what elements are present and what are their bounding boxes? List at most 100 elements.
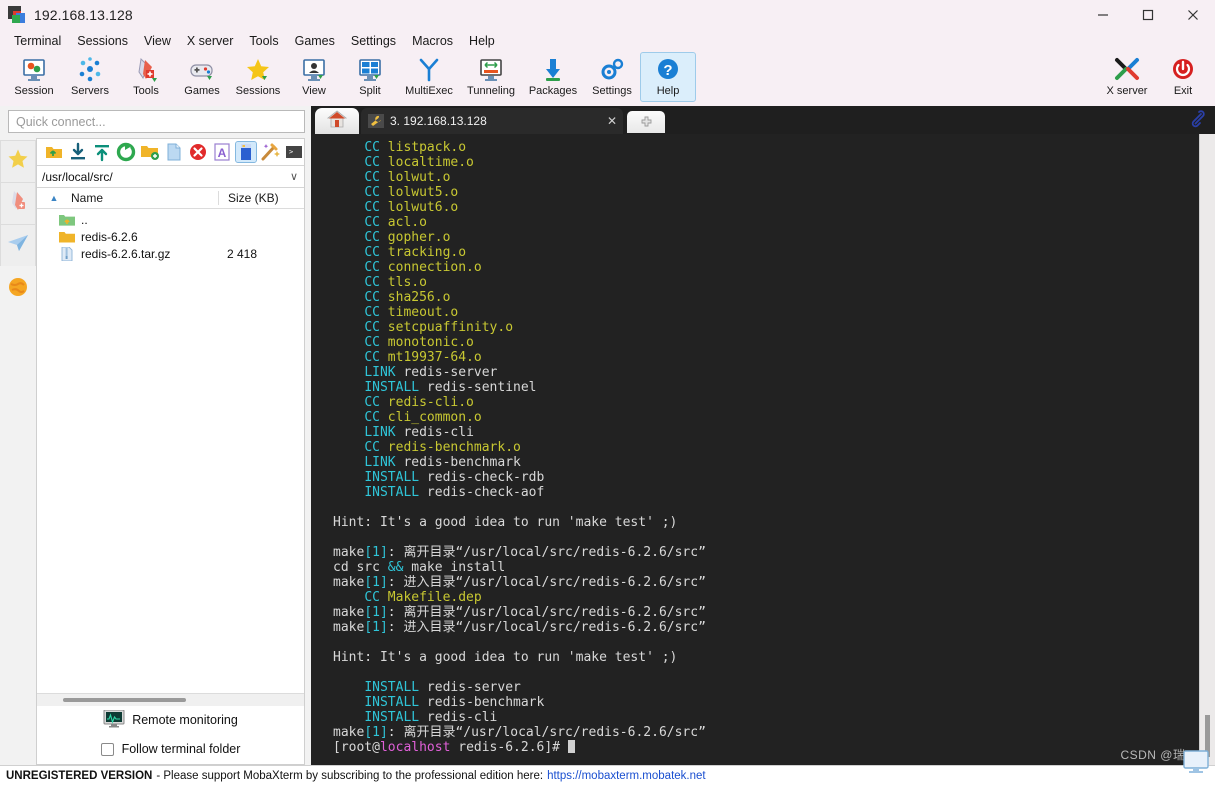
menu-terminal[interactable]: Terminal — [6, 32, 69, 50]
status-message: - Please support MobaXterm by subscribin… — [156, 769, 544, 782]
tunneling-icon — [477, 56, 505, 84]
close-icon[interactable]: ✕ — [589, 114, 617, 128]
terminal-line: CC acl.o — [333, 215, 1199, 230]
menu-macros[interactable]: Macros — [404, 32, 461, 50]
terminal-text: make — [333, 545, 365, 560]
file-row-parent[interactable]: .. — [37, 211, 304, 228]
terminal-text: Hint: It's a good idea to run 'make test… — [333, 650, 678, 665]
rail-item-tools[interactable] — [0, 182, 36, 224]
terminal-text: INSTALL — [364, 695, 420, 710]
delete-icon[interactable] — [188, 142, 208, 162]
toolbar-button-sessions[interactable]: Sessions — [230, 52, 286, 102]
toolbar-button-tools[interactable]: Tools — [118, 52, 174, 102]
close-button[interactable] — [1170, 0, 1215, 30]
column-header-name[interactable]: Name — [71, 191, 218, 205]
mobaxterm-link[interactable]: https://mobaxterm.mobatek.net — [547, 770, 706, 782]
scrollbar-thumb[interactable] — [63, 698, 186, 702]
terminal-text: redis-benchmark.o — [379, 440, 521, 455]
follow-terminal-folder-checkbox[interactable] — [100, 742, 114, 756]
terminal-output[interactable]: CC listpack.o CC localtime.o CC lolwut.o… — [311, 134, 1199, 765]
open-terminal-icon[interactable]: > — [284, 142, 304, 162]
view-icon — [300, 56, 328, 84]
follow-terminal-folder-row[interactable]: Follow terminal folder — [37, 734, 304, 764]
terminal-tab-active[interactable]: 3. 192.168.13.128 ✕ — [361, 108, 623, 134]
sftp-path-bar[interactable]: /usr/local/src/ ∨ — [37, 166, 304, 188]
quick-connect-input[interactable]: Quick connect... — [8, 110, 305, 133]
rail-item-sftp[interactable] — [0, 224, 36, 266]
terminal-scrollbar[interactable] — [1199, 134, 1215, 765]
terminal-text: : 进入目录“/usr/local/src/redis-6.2.6/src” — [387, 575, 706, 590]
file-list[interactable]: .. redis-6.2.6 redis-6.2.6.tar.gz 2 418 — [37, 209, 304, 693]
home-tab[interactable] — [315, 108, 359, 134]
terminal-text: connection.o — [379, 260, 482, 275]
terminal-text: tracking.o — [379, 245, 467, 260]
toolbar-button-split[interactable]: Split — [342, 52, 398, 102]
terminal-text: INSTALL — [364, 680, 420, 695]
text-edit-icon[interactable]: A — [212, 142, 232, 162]
file-row-folder[interactable]: redis-6.2.6 — [37, 228, 304, 245]
sort-arrow-icon[interactable]: ▲ — [37, 193, 71, 203]
toolbar-button-multiexec[interactable]: MultiExec — [398, 52, 460, 102]
home-icon — [326, 109, 348, 133]
toolbar-label-x-server: X server — [1106, 85, 1148, 97]
refresh-icon[interactable] — [116, 142, 136, 162]
chevron-down-icon[interactable]: ∨ — [290, 170, 298, 183]
toolbar-button-view[interactable]: View — [286, 52, 342, 102]
toggle-panel-icon[interactable] — [235, 141, 257, 163]
horizontal-scrollbar[interactable] — [37, 694, 304, 706]
terminal-text: CC — [364, 410, 380, 425]
column-header-size[interactable]: Size (KB) — [218, 191, 304, 205]
terminal-text: CC — [364, 245, 380, 260]
paperclip-icon[interactable] — [1187, 109, 1207, 129]
go-up-folder-icon[interactable] — [44, 142, 64, 162]
menu-tools[interactable]: Tools — [241, 32, 286, 50]
menu-sessions[interactable]: Sessions — [69, 32, 136, 50]
file-name: redis-6.2.6 — [81, 229, 138, 244]
magic-wand-icon[interactable] — [260, 142, 280, 162]
remote-monitoring-label: Remote monitoring — [132, 713, 238, 727]
toolbar-button-servers[interactable]: Servers — [62, 52, 118, 102]
toolbar-label-exit: Exit — [1173, 85, 1193, 97]
toolbar-label-tools: Tools — [133, 85, 159, 97]
new-file-icon[interactable] — [164, 142, 184, 162]
terminal-text: redis-benchmark — [395, 455, 521, 470]
terminal-text: CC — [364, 590, 380, 605]
menu-help[interactable]: Help — [461, 32, 503, 50]
file-row-archive[interactable]: redis-6.2.6.tar.gz 2 418 — [37, 245, 304, 262]
maximize-button[interactable] — [1125, 0, 1170, 30]
download-icon[interactable] — [68, 142, 88, 162]
rail-item-globe[interactable] — [0, 266, 36, 312]
new-folder-icon[interactable] — [140, 142, 160, 162]
toolbar-button-help[interactable]: ? Help — [640, 52, 696, 102]
menu-view[interactable]: View — [136, 32, 179, 50]
terminal-line: INSTALL redis-sentinel — [333, 380, 1199, 395]
terminal-text: LINK — [364, 425, 396, 440]
menu-x-server[interactable]: X server — [179, 32, 242, 50]
terminal-text: redis-check-rdb — [419, 470, 545, 485]
window-title: 192.168.13.128 — [34, 7, 133, 23]
rail-item-bookmarks[interactable] — [0, 140, 36, 182]
terminal-text: INSTALL — [364, 470, 420, 485]
sftp-browser-panel: A > /usr/local/src/ ∨ ▲ Name Size (KB) .… — [36, 138, 305, 765]
remote-monitoring-row[interactable]: Remote monitoring — [37, 706, 304, 734]
toolbar-right-group: X server Exit — [1099, 52, 1211, 102]
menu-settings[interactable]: Settings — [343, 32, 404, 50]
toolbar-button-settings[interactable]: Settings — [584, 52, 640, 102]
menu-games[interactable]: Games — [287, 32, 343, 50]
toolbar-button-games[interactable]: Games — [174, 52, 230, 102]
watermark-monitor-icon — [1178, 749, 1212, 777]
terminal-line: make[1]: 离开目录“/usr/local/src/redis-6.2.6… — [333, 725, 1199, 740]
packages-icon — [539, 56, 567, 84]
toolbar-button-tunneling[interactable]: Tunneling — [460, 52, 522, 102]
new-tab-button[interactable] — [627, 111, 665, 133]
toolbar-button-x-server[interactable]: X server — [1099, 52, 1155, 102]
upload-icon[interactable] — [92, 142, 112, 162]
toolbar-button-packages[interactable]: Packages — [522, 52, 584, 102]
terminal-line: CC cli_common.o — [333, 410, 1199, 425]
toolbar-button-session[interactable]: Session — [6, 52, 62, 102]
minimize-button[interactable] — [1080, 0, 1125, 30]
toolbar-label-multiexec: MultiExec — [405, 85, 453, 97]
toolbar-button-exit[interactable]: Exit — [1155, 52, 1211, 102]
terminal-text: localtime.o — [379, 155, 474, 170]
